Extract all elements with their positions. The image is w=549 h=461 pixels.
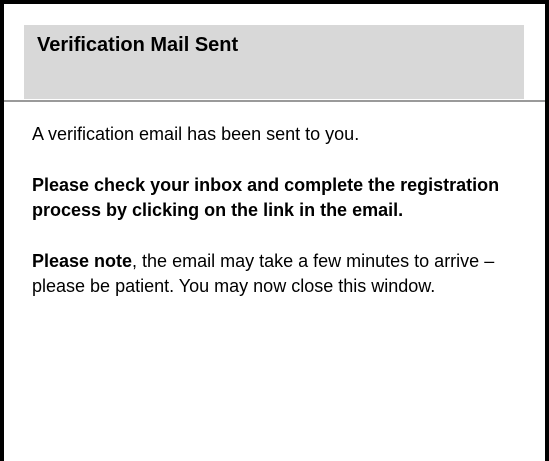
dialog-header-band: Verification Mail Sent [24, 25, 524, 99]
sent-message: A verification email has been sent to yo… [32, 124, 360, 144]
dialog-body: A verification email has been sent to yo… [32, 122, 510, 325]
instruction-message: Please check your inbox and complete the… [32, 175, 500, 220]
note-message: Please note, the email may take a few mi… [32, 249, 510, 299]
dialog-title: Verification Mail Sent [37, 34, 239, 56]
dialog-header: Verification Mail Sent [4, 4, 545, 102]
note-label: Please note [32, 251, 133, 271]
verification-dialog: Verification Mail Sent A verification em… [0, 0, 549, 461]
